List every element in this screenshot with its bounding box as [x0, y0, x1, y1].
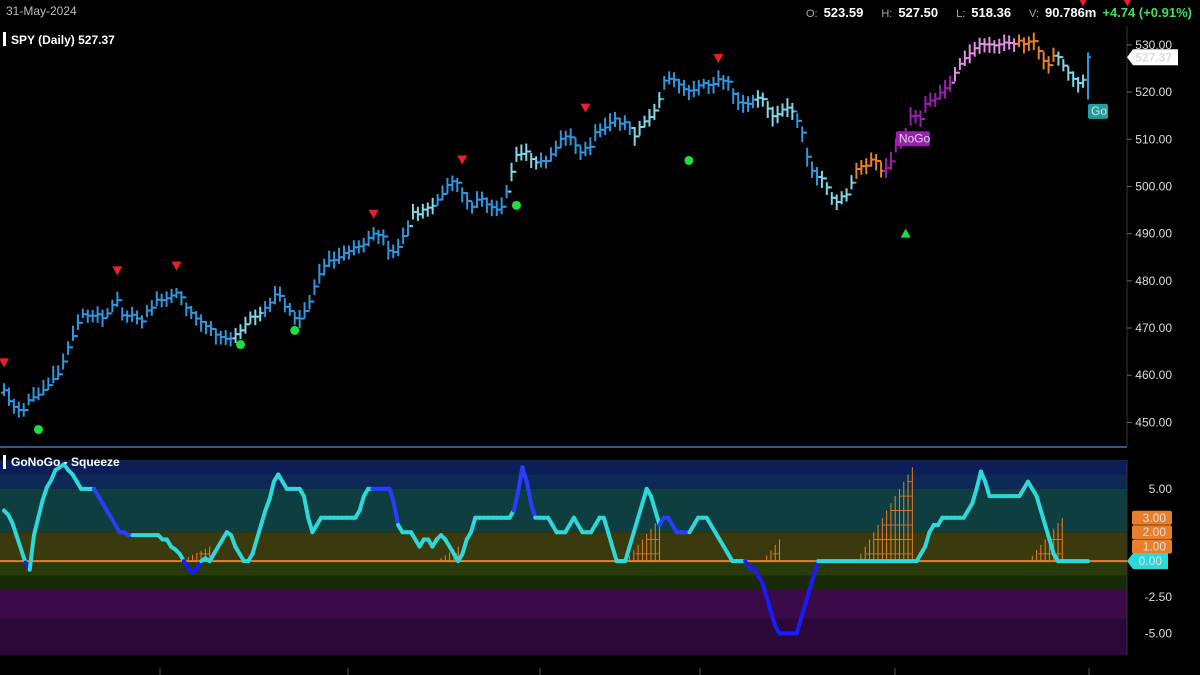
oscillator-band — [0, 561, 1127, 576]
squeeze-level-tag: 1.00 — [1132, 539, 1172, 554]
oscillator-tick-label: -5.00 — [1145, 626, 1173, 640]
oscillator-title-marker — [3, 455, 6, 469]
zero-tag-label: 0.00 — [1139, 554, 1163, 568]
price-tick-label: 480.00 — [1135, 274, 1172, 288]
oscillator-band — [0, 460, 1127, 475]
price-tick-label: 520.00 — [1135, 85, 1172, 99]
trend-continuation-dot-icon — [511, 200, 521, 210]
signal-annotation: Go — [1088, 103, 1108, 119]
last-price-label: 527.37 — [1135, 50, 1172, 64]
oscillator-band — [0, 618, 1127, 655]
annotation-label: Go — [1091, 104, 1107, 118]
trend-continuation-dot-icon — [684, 155, 694, 165]
trend-continuation-dot-icon — [33, 424, 43, 434]
title-marker — [3, 32, 6, 46]
last-price-tag: 527.37 — [1127, 49, 1178, 66]
price-tick-label: 470.00 — [1135, 321, 1172, 335]
annotation-label: NoGo — [899, 131, 931, 145]
price-tick-label: 490.00 — [1135, 227, 1172, 241]
squeeze-level-label: 3.00 — [1143, 511, 1167, 525]
nogo-countertrend-triangle-icon — [1079, 0, 1087, 7]
price-tick-label: 460.00 — [1135, 368, 1172, 382]
price-panel-bg — [0, 26, 1127, 446]
nogo-countertrend-triangle-icon — [1123, 0, 1131, 7]
oscillator-band — [0, 488, 1127, 533]
price-chart-title: SPY (Daily) 527.37 — [11, 33, 115, 47]
squeeze-level-tag: 3.00 — [1132, 510, 1172, 525]
price-tick-label: 510.00 — [1135, 132, 1172, 146]
signal-annotation: NoGo — [895, 131, 931, 147]
trend-continuation-dot-icon — [290, 325, 300, 335]
oscillator-title: GoNoGo - Squeeze — [11, 455, 120, 469]
zero-value-tag: 0.00 — [1127, 553, 1168, 570]
oscillator-tick-label: -2.50 — [1145, 590, 1173, 604]
squeeze-level-label: 2.00 — [1143, 525, 1167, 539]
oscillator-band — [0, 474, 1127, 489]
oscillator-band — [0, 575, 1127, 590]
trend-continuation-dot-icon — [236, 340, 246, 350]
price-tick-label: 500.00 — [1135, 179, 1172, 193]
oscillator-tick-label: 5.00 — [1149, 482, 1173, 496]
oscillator-band — [0, 590, 1127, 619]
squeeze-level-tag: 2.00 — [1132, 525, 1172, 540]
price-tick-label: 450.00 — [1135, 415, 1172, 429]
squeeze-level-label: 1.00 — [1143, 540, 1167, 554]
gonogo-chart[interactable]: 530.00520.00510.00500.00490.00480.00470.… — [0, 0, 1200, 675]
